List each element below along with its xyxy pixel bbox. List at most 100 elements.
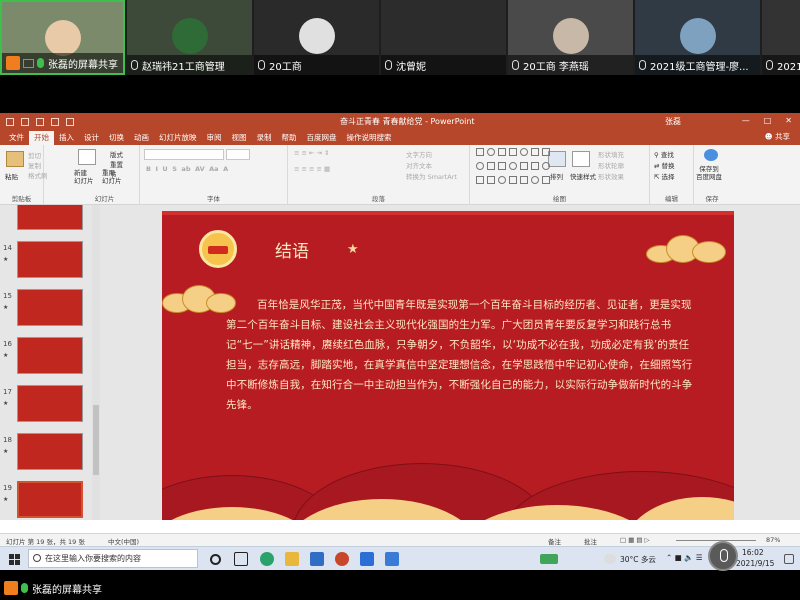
participant-tile[interactable]: 20工商 李燕瑶 [508, 0, 633, 75]
shape-outline-button[interactable]: 形状轮廓 [598, 160, 624, 170]
tab-7[interactable]: 审阅 [202, 131, 227, 145]
shape-item[interactable] [509, 148, 517, 156]
tab-12[interactable]: 操作说明搜索 [342, 131, 397, 145]
tab-2[interactable]: 插入 [54, 131, 79, 145]
meeting-app-icon[interactable] [360, 552, 374, 566]
tab-4[interactable]: 切换 [104, 131, 129, 145]
save-icon[interactable] [21, 117, 29, 126]
layout-button[interactable]: 版式 [110, 149, 123, 159]
tab-6[interactable]: 幻灯片放映 [154, 131, 202, 145]
shape-item[interactable] [498, 148, 506, 156]
participant-tile[interactable]: 2021级工商管理-廖... [635, 0, 760, 75]
undo-icon[interactable] [36, 117, 44, 126]
participant-tile[interactable]: 2021级工商管理 程学婷 [762, 0, 800, 75]
shape-item[interactable] [498, 176, 506, 184]
shape-item[interactable] [476, 148, 484, 156]
slide-canvas[interactable]: 结语 ★ 百年恰是风华正茂，当代中国青年既是实现第一个百年奋斗目标的经历者、见证… [162, 211, 734, 520]
slide-thumbnail[interactable]: 19 ★ [0, 481, 92, 520]
scrollbar-thumb[interactable] [93, 405, 99, 475]
participant-tile[interactable]: 赵瑞祎21工商管理 [127, 0, 252, 75]
select-button[interactable]: ⇱ 选择 [654, 171, 675, 181]
cortana-icon[interactable] [210, 554, 221, 565]
zoom-slider[interactable] [676, 540, 756, 541]
minimize-icon[interactable]: — [742, 116, 750, 125]
slide-title[interactable]: 结语 [275, 237, 309, 262]
maximize-icon[interactable]: □ [764, 116, 772, 125]
thumbnail-scrollbar[interactable] [92, 205, 100, 520]
tab-5[interactable]: 动画 [129, 131, 154, 145]
arrange-button[interactable]: 排列 [550, 171, 563, 181]
taskbar-search-input[interactable]: 在这里输入你要搜索的内容 [28, 549, 198, 568]
edge-icon[interactable] [260, 552, 274, 566]
clock-time[interactable]: 16:02 [742, 548, 764, 557]
tab-0[interactable]: 文件 [4, 131, 29, 145]
slide-thumbnail[interactable]: 15 ★ [0, 289, 92, 329]
arrange-icon[interactable] [548, 151, 566, 167]
shape-item[interactable] [542, 162, 550, 170]
zoom-level[interactable]: 87% [766, 536, 780, 544]
tab-1[interactable]: 开始 [29, 131, 54, 145]
participant-tile[interactable]: 张磊的屏幕共享 [0, 0, 125, 75]
shape-item[interactable] [487, 148, 495, 156]
slide-thumbnail-pane[interactable]: 13 14 ★ 15 ★ 16 ★ 17 ★ 18 ★ 19 ★ [0, 205, 92, 520]
align-text-button[interactable]: 对齐文本 [406, 160, 432, 170]
slide-thumbnail[interactable]: 14 ★ [0, 241, 92, 281]
task-view-icon[interactable] [234, 552, 248, 566]
bold-button[interactable]: B I U S ab AV Aa A [146, 165, 228, 173]
section-button[interactable]: 节 [110, 169, 117, 179]
powerpoint-taskbar-icon[interactable] [335, 552, 349, 566]
tab-3[interactable]: 设计 [79, 131, 104, 145]
slide-thumbnail[interactable]: 13 [0, 205, 92, 233]
find-button[interactable]: ⚲ 查找 [654, 149, 674, 159]
shape-item[interactable] [531, 148, 539, 156]
baidu-cloud-icon[interactable] [704, 149, 718, 161]
file-explorer-icon[interactable] [285, 552, 299, 566]
tab-8[interactable]: 视图 [227, 131, 252, 145]
clock-date[interactable]: 2021/9/15 [736, 559, 774, 568]
tab-10[interactable]: 帮助 [277, 131, 302, 145]
shape-item[interactable] [498, 162, 506, 170]
tencent-meeting-icon[interactable] [385, 552, 399, 566]
participant-tile[interactable]: 沈曾妮 [381, 0, 506, 75]
shape-item[interactable] [476, 162, 484, 170]
copy-button[interactable]: 复制 [28, 160, 41, 170]
shape-item[interactable] [531, 162, 539, 170]
shape-item[interactable] [520, 162, 528, 170]
reset-button[interactable]: 重置 [110, 159, 123, 169]
shape-item[interactable] [487, 176, 495, 184]
save-baidu-button[interactable]: 保存到 百度网盘 [696, 165, 722, 181]
bullets-button[interactable]: ≡ ≡ ⇤ ⇥ ⇕ [294, 149, 330, 157]
participant-tile[interactable]: 20工商 [254, 0, 379, 75]
replace-button[interactable]: ⇄ 替换 [654, 160, 675, 170]
language-status[interactable]: 中文(中国) [108, 536, 139, 546]
shape-item[interactable] [487, 162, 495, 170]
shape-item[interactable] [509, 176, 517, 184]
shape-effects-button[interactable]: 形状效果 [598, 171, 624, 181]
user-name[interactable]: 张磊 [665, 116, 681, 127]
tab-11[interactable]: 百度网盘 [302, 131, 342, 145]
tab-9[interactable]: 录制 [252, 131, 277, 145]
store-icon[interactable] [310, 552, 324, 566]
weather-icon[interactable] [604, 554, 616, 564]
shape-item[interactable] [520, 176, 528, 184]
notes-button[interactable]: 备注 [548, 536, 561, 546]
shape-item[interactable] [476, 176, 484, 184]
align-buttons[interactable]: ≡ ≡ ≡ ≡ ▦ [294, 165, 330, 173]
weather-text[interactable]: 30°C 多云 [620, 554, 656, 565]
autosave-icon[interactable] [6, 117, 14, 126]
shape-item[interactable] [531, 176, 539, 184]
share-button[interactable]: ☻ 共享 [765, 131, 790, 142]
close-icon[interactable]: ✕ [785, 116, 792, 125]
shape-item[interactable] [520, 148, 528, 156]
quick-styles-icon[interactable] [572, 151, 590, 167]
new-slide-icon[interactable] [78, 149, 96, 165]
slide-body-text[interactable]: 百年恰是风华正茂，当代中国青年既是实现第一个百年奋斗目标的经历者、见证者，更是实… [226, 295, 696, 415]
shape-item[interactable] [509, 162, 517, 170]
comments-button[interactable]: 批注 [584, 536, 597, 546]
present-icon[interactable] [66, 117, 74, 126]
slide-thumbnail[interactable]: 16 ★ [0, 337, 92, 377]
format-painter-button[interactable]: 格式刷 [28, 170, 48, 180]
view-buttons[interactable]: □ ▦ ▤ ▷ [620, 536, 650, 544]
font-name-box[interactable] [144, 149, 224, 160]
tray-icons[interactable]: ⌃ ■ 🔈 ☰ [666, 553, 703, 562]
